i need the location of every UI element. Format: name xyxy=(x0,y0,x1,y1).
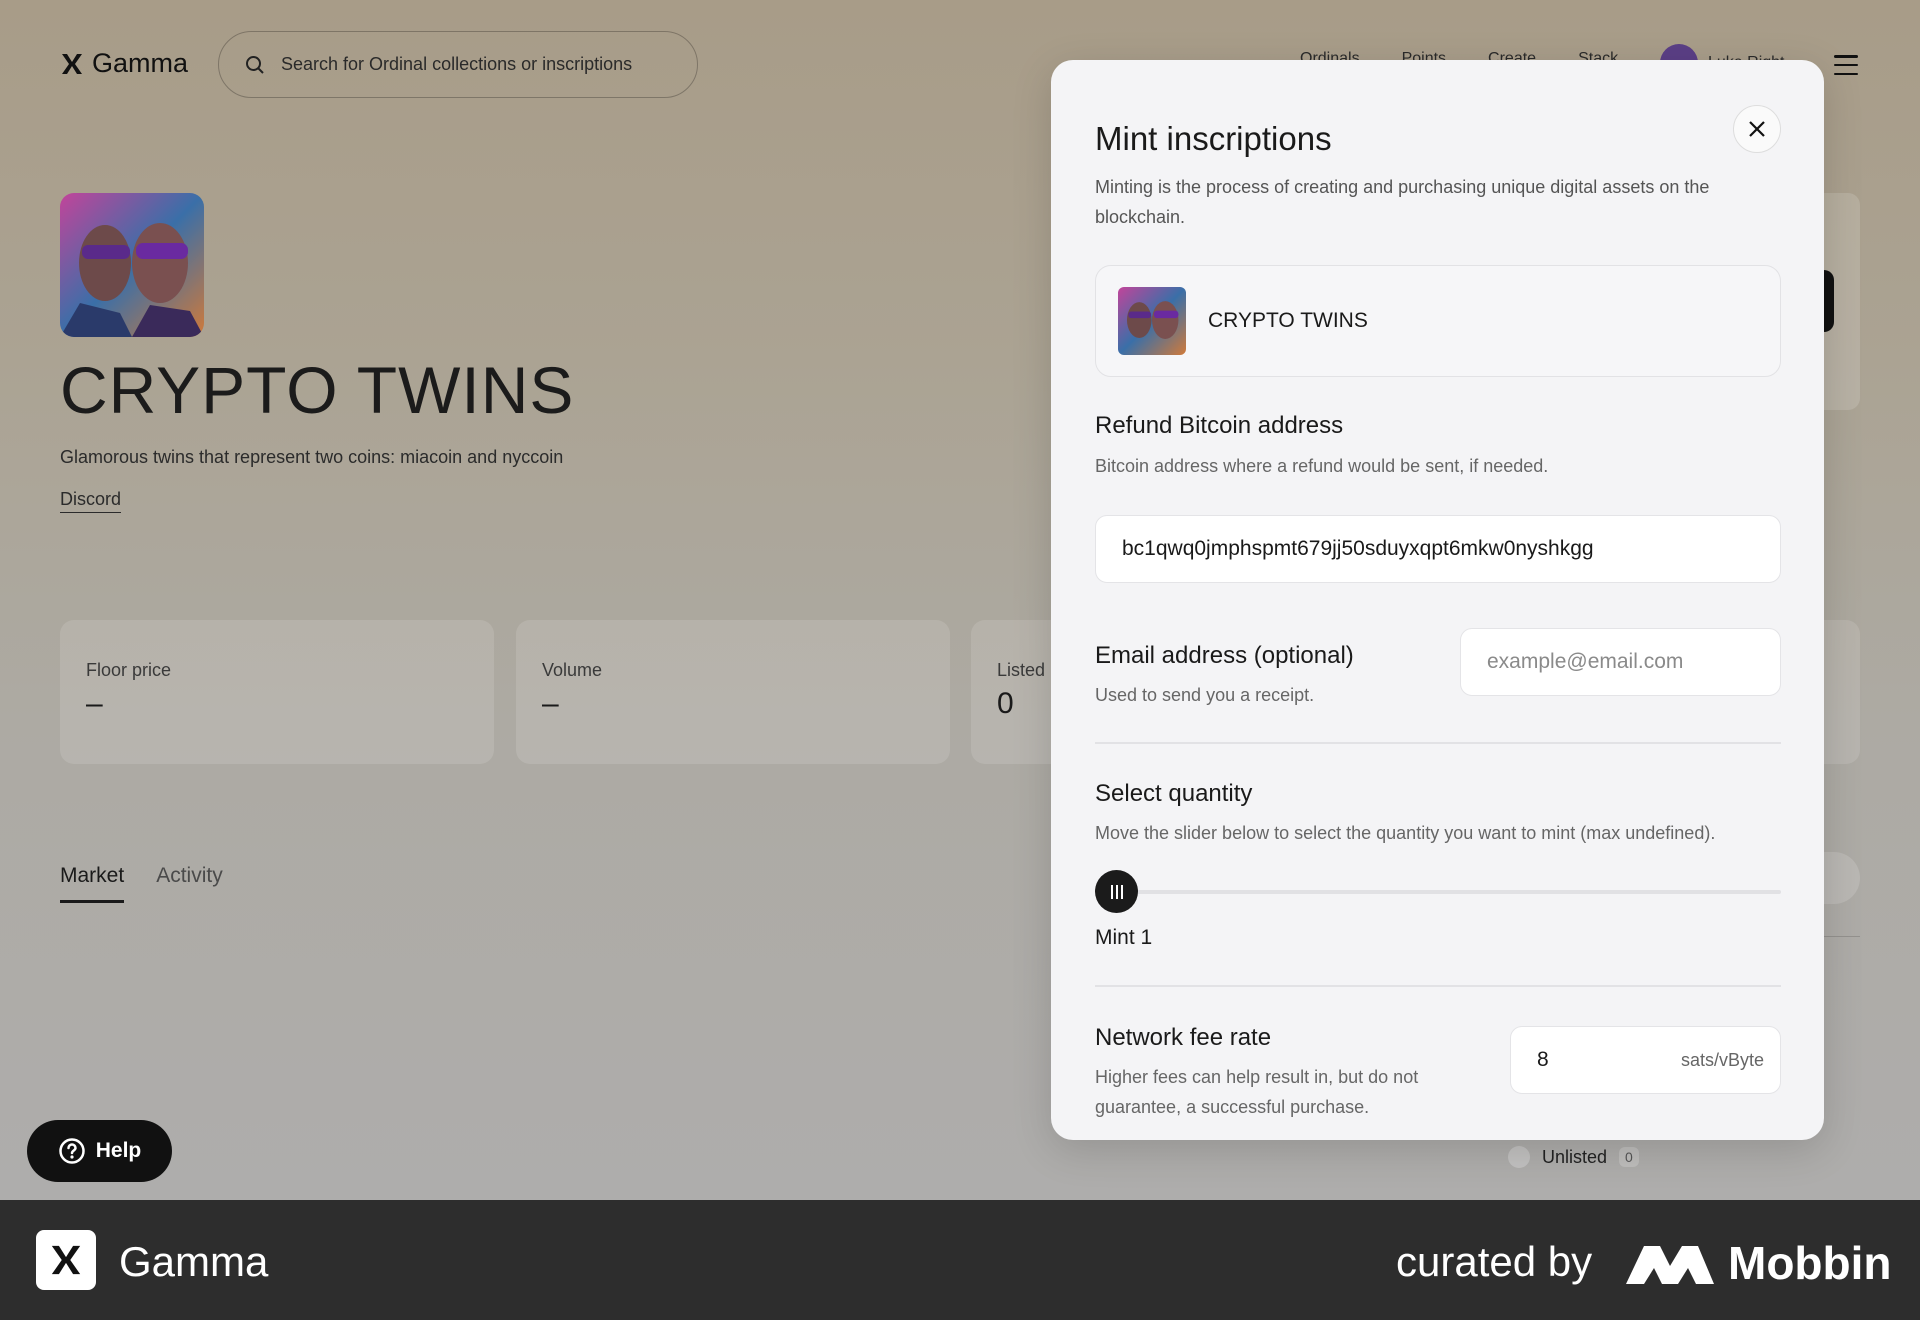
brand-name: Gamma xyxy=(92,48,189,78)
gamma-logo-icon xyxy=(62,53,82,74)
fee-title: Network fee rate xyxy=(1095,1024,1272,1051)
search-bar[interactable]: Search for Ordinal collections or inscri… xyxy=(218,31,698,98)
collection-thumbnail xyxy=(1118,287,1186,355)
discord-link[interactable]: Discord xyxy=(60,489,122,513)
stat-label: Floor price xyxy=(86,660,172,680)
quantity-slider-handle[interactable] xyxy=(1095,870,1138,913)
fee-unit: sats/vByte xyxy=(1680,1049,1764,1070)
question-circle-icon xyxy=(58,1138,85,1164)
collection-image xyxy=(60,193,204,337)
close-button[interactable] xyxy=(1733,105,1781,153)
quantity-subtitle: Move the slider below to select the quan… xyxy=(1095,823,1716,843)
email-input[interactable]: example@email.com xyxy=(1460,628,1781,696)
refund-address-input[interactable]: bc1qwq0jmphspmt679jj50sduyxqpt6mkw0nyshk… xyxy=(1095,515,1781,583)
email-title: Email address (optional) xyxy=(1095,642,1354,669)
curated-by-label: curated by xyxy=(1396,1238,1593,1285)
search-icon xyxy=(246,55,264,74)
mobbin-logo-icon xyxy=(1626,1246,1714,1284)
stat-volume: Volume – xyxy=(516,620,950,764)
search-placeholder: Search for Ordinal collections or inscri… xyxy=(281,54,633,74)
tab-activity[interactable]: Activity xyxy=(156,864,223,903)
refund-title: Refund Bitcoin address xyxy=(1095,412,1344,439)
mobbin-text: Mobbin xyxy=(1728,1237,1892,1289)
fee-value: 8 xyxy=(1537,1048,1549,1071)
tabs: Market Activity xyxy=(60,864,223,903)
collection-description: Glamorous twins that represent two coins… xyxy=(60,447,564,467)
quantity-slider-track[interactable] xyxy=(1095,890,1781,894)
radio-unlisted[interactable] xyxy=(1508,1146,1530,1168)
divider xyxy=(1095,985,1781,987)
stat-value: – xyxy=(542,687,559,720)
filter-label: Unlisted xyxy=(1542,1146,1608,1167)
stat-floor-price: Floor price – xyxy=(60,620,494,764)
mint-quantity-label: Mint 1 xyxy=(1095,926,1153,949)
selected-collection-card: CRYPTO TWINS xyxy=(1095,265,1781,377)
hamburger-menu-icon[interactable] xyxy=(1834,55,1858,75)
footer-brand: Gamma xyxy=(119,1238,269,1285)
modal-subtitle: Minting is the process of creating and p… xyxy=(1095,177,1710,227)
help-label: Help xyxy=(95,1139,142,1162)
mobbin-logo: Mobbin xyxy=(1626,1236,1892,1290)
gamma-logo[interactable]: Gamma xyxy=(60,48,188,79)
refund-subtitle: Bitcoin address where a refund would be … xyxy=(1095,456,1549,476)
fee-rate-input[interactable]: 8 sats/vByte xyxy=(1510,1026,1781,1094)
footer: Gamma curated by Mobbin xyxy=(0,1200,1920,1320)
mint-modal: Mint inscriptions Minting is the process… xyxy=(1051,60,1824,1140)
tab-market[interactable]: Market xyxy=(60,864,125,903)
divider xyxy=(1095,742,1781,744)
quantity-title: Select quantity xyxy=(1095,780,1253,807)
close-icon xyxy=(1749,121,1765,137)
fee-subtitle: Higher fees can help result in, but do n… xyxy=(1095,1067,1419,1117)
stat-label: Volume xyxy=(542,660,603,680)
help-button[interactable]: Help xyxy=(27,1120,172,1182)
collection-name: CRYPTO TWINS xyxy=(1208,309,1368,332)
filter-count: 0 xyxy=(1619,1147,1639,1167)
collection-title: CRYPTO TWINS xyxy=(60,353,575,427)
email-subtitle: Used to send you a receipt. xyxy=(1095,685,1315,705)
gamma-app-icon xyxy=(36,1230,96,1290)
stat-value: – xyxy=(86,687,103,720)
filter-unlisted[interactable]: Unlisted 0 xyxy=(1508,1146,1639,1168)
modal-title: Mint inscriptions xyxy=(1095,120,1332,157)
